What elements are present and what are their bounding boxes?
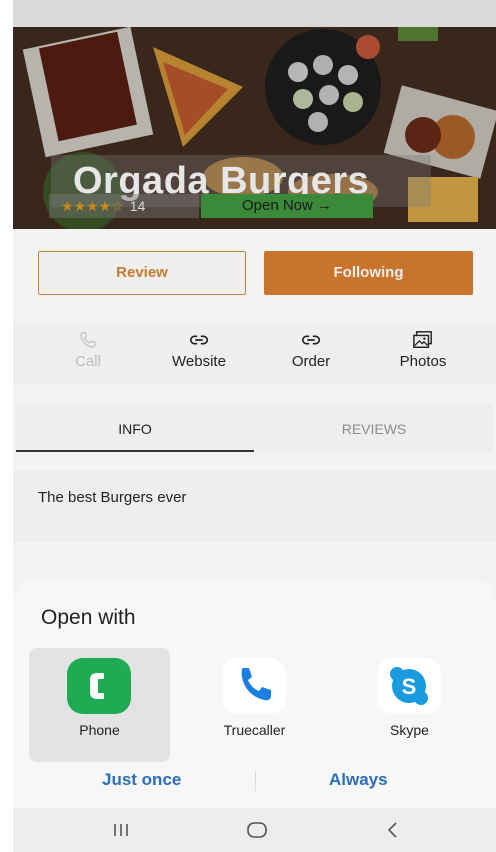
app-label-phone: Phone xyxy=(79,722,120,738)
link-icon xyxy=(301,335,321,345)
call-label: Call xyxy=(75,353,101,370)
description-text: The best Burgers ever xyxy=(38,489,187,506)
link-icon xyxy=(189,335,209,345)
app-option-skype[interactable]: S Skype xyxy=(339,648,480,762)
website-action[interactable]: Website xyxy=(149,330,249,380)
photos-icon xyxy=(413,331,432,348)
description-row: The best Burgers ever xyxy=(13,470,496,542)
photos-action[interactable]: Photos xyxy=(373,330,473,380)
status-bar xyxy=(13,0,496,27)
app-option-truecaller[interactable]: Truecaller xyxy=(184,648,325,762)
tab-info[interactable]: INFO xyxy=(16,404,254,452)
just-once-button[interactable]: Just once xyxy=(102,770,181,790)
tab-bar: INFO REVIEWS xyxy=(16,404,493,452)
photos-label: Photos xyxy=(399,353,447,370)
skype-icon: S xyxy=(377,658,441,714)
screen: Orgada Burgers ★★★★☆ 14 Open Now → Review… xyxy=(13,0,496,852)
rating-stars-icon: ★★★★☆ xyxy=(61,198,124,214)
tab-reviews[interactable]: REVIEWS xyxy=(255,404,493,452)
app-label-truecaller: Truecaller xyxy=(223,722,286,738)
action-row: Call Website Order Photos xyxy=(13,322,496,384)
rating-box: ★★★★☆ 14 xyxy=(49,194,199,218)
following-button[interactable]: Following xyxy=(264,251,473,295)
svg-text:S: S xyxy=(402,674,417,699)
recent-apps-icon[interactable] xyxy=(101,808,141,852)
open-status-badge[interactable]: Open Now → xyxy=(201,194,373,218)
app-label-skype: Skype xyxy=(390,722,429,738)
phone-icon xyxy=(80,331,96,348)
always-button[interactable]: Always xyxy=(329,770,388,790)
call-action[interactable]: Call xyxy=(38,330,138,380)
sheet-divider xyxy=(255,771,256,791)
system-nav-bar xyxy=(13,808,496,852)
rating-count: 14 xyxy=(129,198,146,214)
sheet-title: Open with xyxy=(41,606,136,629)
primary-buttons: Review Following xyxy=(13,251,496,297)
order-label: Order xyxy=(291,353,331,370)
order-action[interactable]: Order xyxy=(261,330,361,380)
review-button[interactable]: Review xyxy=(38,251,246,295)
website-label: Website xyxy=(172,353,226,370)
open-with-sheet: Open with Phone Truecaller S Skype Just … xyxy=(13,578,496,808)
back-icon[interactable] xyxy=(373,808,413,852)
truecaller-icon xyxy=(222,658,286,714)
home-icon[interactable] xyxy=(237,808,277,852)
app-option-phone[interactable]: Phone xyxy=(29,648,170,762)
phone-app-icon xyxy=(67,658,131,714)
